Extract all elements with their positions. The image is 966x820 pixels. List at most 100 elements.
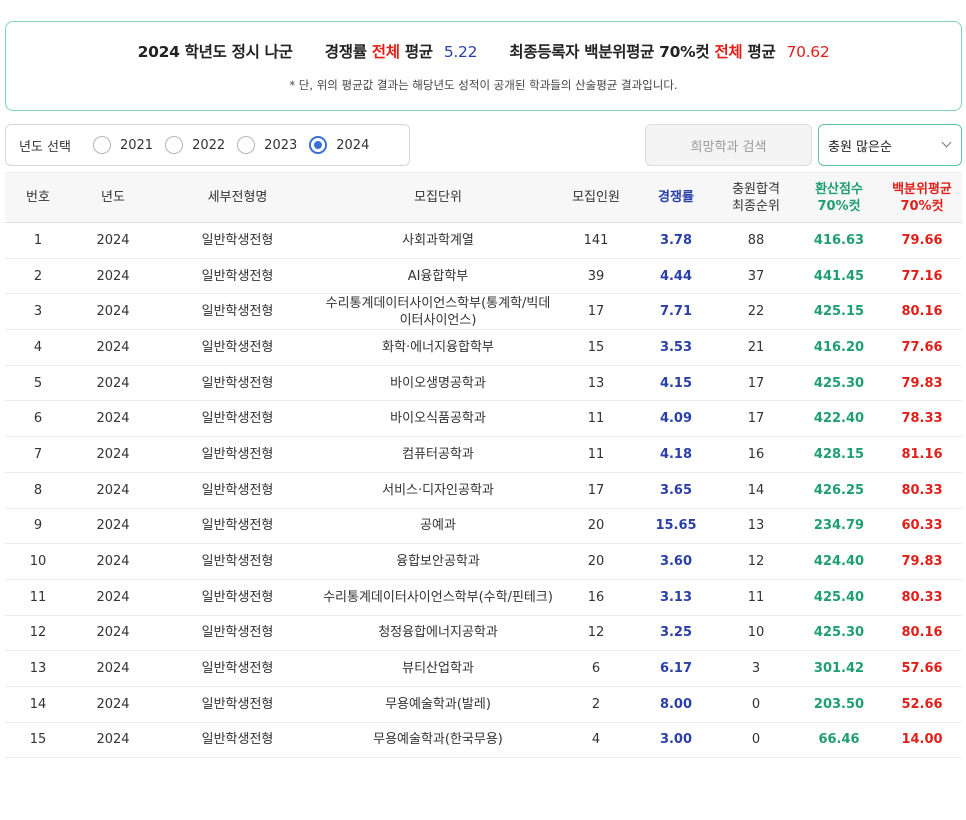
cell-quota: 141 bbox=[583, 232, 609, 248]
cell-quota: 12 bbox=[587, 625, 605, 641]
cell-year: 2024 bbox=[96, 339, 130, 355]
summary-panel: 2024 학년도 정시 나군 경쟁률 전체 평균 5.22 최종등록자 백분위평… bbox=[5, 21, 962, 111]
table-row[interactable]: 4 2024 일반학생전형 화학·에너지융합학부 15 3.53 21 416.20 77.66 bbox=[5, 330, 962, 366]
cell-year: 2024 bbox=[96, 696, 130, 712]
cell-fill-rank: 17 bbox=[747, 375, 765, 391]
cell-competition: 3.13 bbox=[659, 589, 693, 605]
final-percentile-value: 70.62 bbox=[786, 43, 830, 61]
cell-quota: 15 bbox=[587, 339, 605, 355]
cell-competition: 3.53 bbox=[659, 339, 693, 355]
table-row[interactable]: 13 2024 일반학생전형 뷰티산업학과 6 6.17 3 301.42 57.66 bbox=[5, 651, 962, 687]
cell-competition: 4.44 bbox=[659, 268, 693, 284]
cell-competition: 4.15 bbox=[659, 375, 693, 391]
cell-unit: 무용예술학과(발레) bbox=[385, 696, 491, 712]
year-option-label: 2024 bbox=[336, 137, 370, 153]
cell-type: 일반학생전형 bbox=[201, 696, 274, 712]
header-fill: 충원합격 최종순위 bbox=[716, 173, 796, 223]
cell-competition: 4.09 bbox=[659, 411, 693, 427]
radio-icon[interactable] bbox=[237, 136, 256, 154]
cell-fill-rank: 21 bbox=[747, 339, 765, 355]
cell-score: 203.50 bbox=[813, 696, 865, 712]
year-option-label: 2023 bbox=[264, 137, 298, 153]
cell-competition: 4.18 bbox=[659, 446, 693, 462]
header-fill-line1: 충원합격 bbox=[732, 181, 780, 197]
header-type: 세부전형명 bbox=[207, 190, 268, 205]
table-body: 1 2024 일반학생전형 사회과학계열 141 3.78 88 416.63 79.66 2 20… bbox=[5, 223, 962, 758]
cell-no: 4 bbox=[33, 339, 43, 355]
radio-icon[interactable] bbox=[92, 136, 111, 154]
cell-year: 2024 bbox=[96, 268, 130, 284]
table-row[interactable]: 10 2024 일반학생전형 융합보안공학과 20 3.60 12 424.40 79.83 bbox=[5, 544, 962, 580]
cell-year: 2024 bbox=[96, 482, 130, 498]
cell-percentile: 14.00 bbox=[901, 732, 943, 748]
header-percentile-line1: 백분위평균 bbox=[892, 181, 952, 197]
cell-fill-rank: 16 bbox=[747, 446, 765, 462]
cell-type: 일반학생전형 bbox=[201, 446, 274, 462]
final-total-label: 전체 bbox=[714, 43, 743, 61]
cell-fill-rank: 0 bbox=[751, 696, 761, 712]
cell-year: 2024 bbox=[96, 518, 130, 534]
year-filter: 년도 선택 2021 2022 2023 2024 bbox=[5, 124, 410, 166]
department-search-button[interactable]: 희망학과 검색 bbox=[645, 124, 812, 166]
table-row[interactable]: 3 2024 일반학생전형 수리통계데이터사이언스학부(통계학/빅데이터사이언스) 17… bbox=[5, 294, 962, 330]
header-unit: 모집단위 bbox=[414, 190, 462, 205]
cell-score: 422.40 bbox=[813, 411, 865, 427]
cell-no: 14 bbox=[29, 696, 47, 712]
cell-score: 416.63 bbox=[813, 232, 865, 248]
cell-type: 일반학생전형 bbox=[201, 482, 274, 498]
cell-type: 일반학생전형 bbox=[201, 375, 274, 391]
radio-icon[interactable] bbox=[165, 136, 184, 154]
table-row[interactable]: 1 2024 일반학생전형 사회과학계열 141 3.78 88 416.63 79.66 bbox=[5, 223, 962, 259]
cell-quota: 17 bbox=[587, 304, 605, 320]
cell-fill-rank: 17 bbox=[747, 411, 765, 427]
year-option-2022[interactable]: 2022 bbox=[165, 136, 225, 154]
header-competition: 경쟁률 bbox=[658, 190, 694, 205]
cell-type: 일반학생전형 bbox=[201, 232, 274, 248]
summary-note: * 단, 위의 평균값 결과는 해당년도 성적이 공개된 학과들의 산술평균 결… bbox=[289, 78, 678, 92]
cell-fill-rank: 13 bbox=[747, 518, 765, 534]
header-no: 번호 bbox=[26, 190, 50, 205]
table-row[interactable]: 5 2024 일반학생전형 바이오생명공학과 13 4.15 17 425.30 79.83 bbox=[5, 365, 962, 401]
cell-unit: 화학·에너지융합학부 bbox=[382, 339, 494, 355]
cell-percentile: 77.66 bbox=[901, 339, 943, 355]
table-row[interactable]: 11 2024 일반학생전형 수리통계데이터사이언스학부(수학/핀테크) 16 3.13 1… bbox=[5, 579, 962, 616]
cell-score: 425.40 bbox=[813, 589, 865, 605]
table-row[interactable]: 7 2024 일반학생전형 컴퓨터공학과 11 4.18 16 428.15 81.16 bbox=[5, 437, 962, 473]
year-option-2021[interactable]: 2021 bbox=[92, 136, 154, 154]
year-option-2023[interactable]: 2023 bbox=[237, 136, 297, 154]
cell-quota: 20 bbox=[587, 554, 605, 570]
cell-year: 2024 bbox=[96, 625, 130, 641]
cell-type: 일반학생전형 bbox=[201, 304, 274, 320]
cell-quota: 6 bbox=[591, 661, 601, 677]
table-row[interactable]: 2 2024 일반학생전형 AI융합학부 39 4.44 37 441.45 77.16 bbox=[5, 258, 962, 294]
cell-no: 3 bbox=[33, 304, 43, 320]
cell-unit: 수리통계데이터사이언스학부(수학/핀테크) bbox=[323, 589, 553, 605]
table-row[interactable]: 14 2024 일반학생전형 무용예술학과(발레) 2 8.00 0 203.50 52.66 bbox=[5, 686, 962, 723]
table-row[interactable]: 8 2024 일반학생전형 서비스·디자인공학과 17 3.65 14 426.25 80.33 bbox=[5, 472, 962, 508]
cell-quota: 17 bbox=[587, 482, 605, 498]
cell-quota: 39 bbox=[587, 268, 605, 284]
cell-type: 일반학생전형 bbox=[201, 339, 274, 355]
sort-select[interactable]: 충원 많은순 bbox=[818, 124, 962, 166]
final-avg-label: 평균 bbox=[747, 43, 776, 61]
cell-type: 일반학생전형 bbox=[201, 554, 274, 570]
radio-checked-icon[interactable] bbox=[309, 136, 328, 154]
cell-competition: 7.71 bbox=[659, 304, 693, 320]
year-option-2024[interactable]: 2024 bbox=[309, 136, 369, 154]
cell-percentile: 57.66 bbox=[901, 661, 943, 677]
cell-year: 2024 bbox=[96, 732, 130, 748]
table-row[interactable]: 6 2024 일반학생전형 바이오식품공학과 11 4.09 17 422.40 78.33 bbox=[5, 401, 962, 437]
year-filter-label: 년도 선택 bbox=[19, 139, 71, 155]
summary-headline: 2024 학년도 정시 나군 경쟁률 전체 평균 5.22 최종등록자 백분위평… bbox=[6, 40, 961, 62]
table-row[interactable]: 9 2024 일반학생전형 공예과 20 15.65 13 234.79 60.33 bbox=[5, 508, 962, 544]
cell-fill-rank: 10 bbox=[747, 625, 765, 641]
summary-title: 2024 학년도 정시 나군 bbox=[137, 43, 293, 61]
cell-competition: 3.00 bbox=[659, 732, 693, 748]
cell-fill-rank: 14 bbox=[747, 482, 765, 498]
year-option-label: 2021 bbox=[119, 137, 154, 153]
competition-label: 경쟁률 bbox=[324, 43, 367, 61]
cell-score: 428.15 bbox=[813, 446, 865, 462]
table-row[interactable]: 12 2024 일반학생전형 청정융합에너지공학과 12 3.25 10 425.30 80.1… bbox=[5, 615, 962, 651]
cell-quota: 13 bbox=[587, 375, 605, 391]
table-row[interactable]: 15 2024 일반학생전형 무용예술학과(한국무용) 4 3.00 0 66.46 14.00 bbox=[5, 722, 962, 758]
